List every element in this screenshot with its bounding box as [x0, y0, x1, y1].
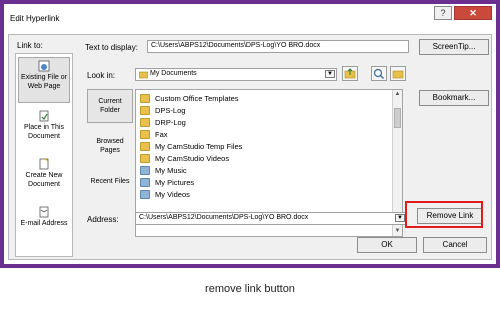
cancel-button[interactable]: Cancel [423, 237, 487, 253]
file-name: DRP-Log [155, 117, 186, 127]
file-name: DPS-Log [155, 105, 186, 115]
email-icon [39, 206, 49, 218]
file-name: My CamStudio Temp Files [155, 141, 243, 151]
screentip-button[interactable]: ScreenTip... [419, 39, 489, 55]
list-item[interactable]: Custom Office Templates [140, 92, 239, 104]
scroll-up-icon[interactable]: ▲ [393, 90, 402, 99]
folder-icon [140, 129, 150, 139]
list-item[interactable]: My Pictures [140, 176, 194, 188]
music-folder-icon [140, 165, 150, 175]
close-button[interactable]: ✕ [454, 6, 492, 20]
browse-web-button[interactable] [371, 66, 387, 81]
file-name: Fax [155, 129, 168, 139]
folder-icon [140, 141, 150, 151]
address-input[interactable]: C:\Users\ABPS12\Documents\DPS-Log\YO BRO… [135, 212, 407, 225]
address-value: C:\Users\ABPS12\Documents\DPS-Log\YO BRO… [139, 214, 309, 221]
folder-icon [139, 71, 148, 79]
folder-icon [140, 93, 150, 103]
address-label: Address: [87, 215, 119, 224]
text-to-display-input[interactable]: C:\Users\ABPS12\Documents\DPS-Log\YO BRO… [147, 40, 409, 53]
new-document-icon [39, 158, 49, 170]
link-to-item-label: Existing File or Web Page [21, 74, 67, 90]
search-icon [373, 68, 384, 79]
chevron-down-icon[interactable]: ▼ [395, 214, 405, 222]
nav-current-folder[interactable]: Current Folder [87, 89, 133, 123]
file-name: My Pictures [155, 177, 195, 187]
link-to-item-label: Create New Document [25, 172, 63, 188]
scroll-down-icon[interactable]: ▼ [393, 227, 402, 236]
open-folder-icon [392, 70, 404, 79]
list-item[interactable]: DPS-Log [140, 104, 185, 116]
link-to-existing-file[interactable]: Existing File or Web Page [18, 57, 70, 103]
link-to-label: Link to: [17, 41, 43, 50]
link-to-place-in-document[interactable]: Place in This Document [18, 110, 70, 141]
web-page-icon [38, 60, 50, 72]
up-folder-icon [344, 68, 356, 79]
link-to-sidebar: Existing File or Web Page Place in This … [15, 53, 73, 257]
caption: remove link button [205, 283, 295, 295]
bookmark-button[interactable]: Bookmark... [419, 90, 489, 106]
list-item[interactable]: Fax [140, 128, 168, 140]
file-name: My CamStudio Videos [155, 153, 230, 163]
list-item[interactable]: DRP-Log [140, 116, 186, 128]
file-name: My Music [155, 165, 187, 175]
ok-button[interactable]: OK [357, 237, 417, 253]
list-item[interactable]: My CamStudio Temp Files [140, 140, 242, 152]
pictures-folder-icon [140, 177, 150, 187]
help-button[interactable]: ? [434, 6, 452, 20]
chevron-down-icon[interactable]: ▼ [325, 70, 335, 78]
dialog-title: Edit Hyperlink [10, 14, 60, 23]
link-to-email-address[interactable]: E-mail Address [18, 206, 70, 228]
file-name: Custom Office Templates [155, 93, 239, 103]
folder-icon [140, 117, 150, 127]
look-in-dropdown[interactable]: My Documents ▼ [135, 68, 337, 81]
file-name: My Videos [155, 189, 190, 199]
nav-recent-files[interactable]: Recent Files [87, 177, 133, 186]
list-item[interactable]: My CamStudio Videos [140, 152, 229, 164]
document-place-icon [39, 110, 49, 122]
list-item[interactable]: My Videos [140, 188, 190, 200]
text-to-display-label: Text to display: [85, 43, 138, 52]
browse-file-button[interactable] [390, 66, 406, 81]
scroll-thumb[interactable] [394, 108, 401, 128]
link-to-item-label: E-mail Address [20, 220, 68, 227]
title-bar: Edit Hyperlink ? ✕ [4, 4, 496, 34]
look-in-value: My Documents [150, 70, 197, 77]
link-to-create-new-document[interactable]: Create New Document [18, 158, 70, 189]
look-in-label: Look in: [87, 71, 116, 80]
link-to-item-label: Place in This Document [24, 124, 64, 140]
up-folder-button[interactable] [342, 66, 358, 81]
videos-folder-icon [140, 189, 150, 199]
remove-link-highlight [405, 201, 483, 228]
list-item[interactable]: My Music [140, 164, 187, 176]
nav-browsed-pages[interactable]: Browsed Pages [87, 137, 133, 155]
folder-icon [140, 105, 150, 115]
folder-icon [140, 153, 150, 163]
